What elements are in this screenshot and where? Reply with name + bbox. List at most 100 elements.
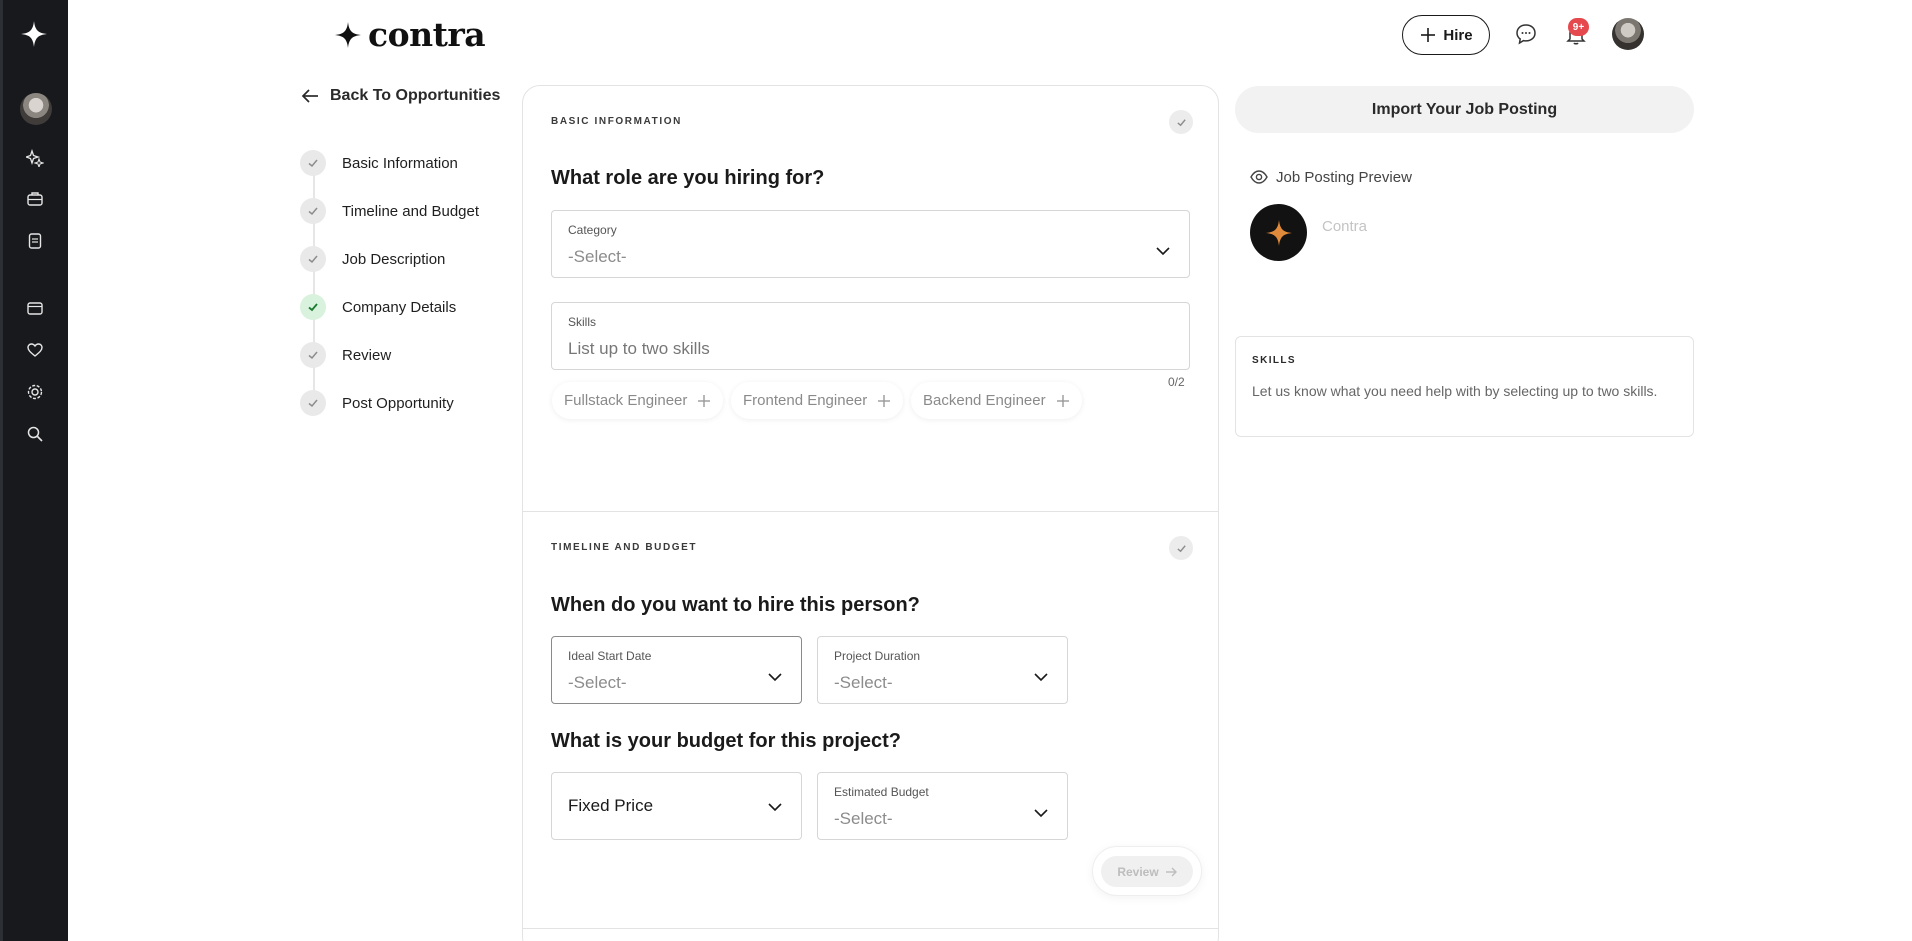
chevron-down-icon (768, 803, 782, 812)
timeline-budget-heading: TIMELINE AND BUDGET (551, 542, 698, 553)
company-logo (1250, 204, 1307, 261)
category-value: -Select- (568, 247, 627, 266)
section-check (1169, 536, 1193, 560)
step-post-opportunity[interactable]: Post Opportunity (300, 390, 454, 416)
contra-star-icon (335, 22, 361, 48)
step-review[interactable]: Review (300, 342, 391, 368)
skills-placeholder: List up to two skills (568, 339, 710, 358)
review-button[interactable]: Review (1101, 856, 1193, 887)
check-icon (308, 207, 318, 216)
duration-value: -Select- (834, 673, 893, 692)
plus-icon (1421, 28, 1436, 42)
contra-star-icon (1265, 219, 1292, 246)
step-status-dot (300, 390, 326, 416)
check-icon (1176, 544, 1186, 552)
notification-badge: 9+ (1568, 18, 1589, 36)
chevron-down-icon (1034, 673, 1048, 682)
step-status-dot-done (300, 294, 326, 320)
category-label: Category (568, 223, 617, 237)
step-timeline-and-budget[interactable]: Timeline and Budget (300, 198, 479, 224)
skills-help-panel: SKILLS Let us know what you need help wi… (1235, 336, 1694, 437)
back-to-opportunities-link[interactable]: Back To Opportunities (300, 86, 500, 106)
section-check (1169, 110, 1193, 134)
estimated-budget-value: -Select- (834, 809, 893, 828)
chevron-down-icon (1034, 809, 1048, 818)
basic-information-heading: BASIC INFORMATION (551, 116, 682, 127)
app-sidebar (0, 0, 68, 941)
estimated-budget-select[interactable]: Estimated Budget -Select- (817, 772, 1068, 840)
hire-timing-question: When do you want to hire this person? (551, 594, 920, 616)
start-date-label: Ideal Start Date (568, 649, 652, 663)
brand-wordmark: contra (368, 15, 486, 54)
job-posting-preview-label: Job Posting Preview (1250, 168, 1412, 186)
skill-suggestion-chip[interactable]: Frontend Engineer (731, 382, 904, 419)
check-icon (308, 255, 318, 264)
hire-button[interactable]: Hire (1402, 15, 1490, 55)
step-company-details[interactable]: Company Details (300, 294, 456, 320)
chevron-down-icon (1156, 247, 1170, 256)
plus-icon (1056, 394, 1069, 407)
arrow-left-icon (301, 89, 318, 103)
project-duration-select[interactable]: Project Duration -Select- (817, 636, 1068, 704)
plus-icon (878, 394, 891, 407)
contra-logo-icon[interactable] (20, 20, 48, 48)
hire-label: Hire (1443, 26, 1473, 44)
skill-suggestion-label: Frontend Engineer (743, 392, 868, 409)
start-date-value: -Select- (568, 673, 627, 692)
company-name: Contra (1322, 218, 1368, 235)
step-label: Post Opportunity (342, 394, 454, 412)
skills-help-text: Let us know what you need help with by s… (1252, 383, 1658, 399)
document-icon[interactable] (26, 232, 44, 250)
check-icon (308, 303, 318, 312)
skill-suggestion-chip[interactable]: Backend Engineer (911, 382, 1082, 419)
step-job-description[interactable]: Job Description (300, 246, 445, 272)
step-label: Company Details (342, 298, 457, 316)
skills-counter: 0/2 (1168, 375, 1185, 389)
skills-label: Skills (568, 315, 597, 329)
sidebar-edge (0, 0, 3, 941)
step-status-dot (300, 150, 326, 176)
arrow-right-icon (1165, 867, 1177, 876)
search-icon[interactable] (26, 425, 44, 443)
user-avatar[interactable] (1612, 18, 1644, 50)
step-status-dot (300, 246, 326, 272)
import-job-posting-button[interactable]: Import Your Job Posting (1235, 86, 1694, 133)
check-icon (308, 399, 318, 408)
section-divider (523, 928, 1218, 929)
step-label: Job Description (342, 250, 446, 268)
wallet-icon[interactable] (26, 299, 44, 317)
pricing-type-select[interactable]: Fixed Price (551, 772, 802, 840)
chevron-down-icon (768, 673, 782, 682)
estimated-budget-label: Estimated Budget (834, 785, 929, 799)
skill-suggestion-label: Fullstack Engineer (564, 392, 688, 409)
section-divider (523, 511, 1218, 512)
settings-icon[interactable] (26, 383, 44, 401)
back-label: Back To Opportunities (330, 87, 501, 104)
check-icon (1176, 118, 1186, 126)
review-button-container: Review (1092, 846, 1202, 896)
skill-suggestion-chip[interactable]: Fullstack Engineer (552, 382, 724, 419)
messages-icon[interactable] (1514, 22, 1538, 46)
ideal-start-date-select[interactable]: Ideal Start Date -Select- (551, 636, 802, 704)
heart-icon[interactable] (26, 341, 44, 359)
budget-question: What is your budget for this project? (551, 730, 901, 752)
sparkle-icon[interactable] (26, 149, 44, 167)
preview-label-text: Job Posting Preview (1276, 168, 1412, 186)
review-label: Review (1117, 864, 1159, 879)
briefcase-icon[interactable] (26, 190, 44, 208)
step-label: Timeline and Budget (342, 202, 480, 220)
step-label: Basic Information (342, 154, 458, 172)
skill-suggestion-label: Backend Engineer (923, 392, 1046, 409)
category-select[interactable]: Category -Select- (551, 210, 1190, 278)
step-label: Review (342, 346, 392, 364)
step-status-dot (300, 198, 326, 224)
duration-label: Project Duration (834, 649, 921, 663)
step-basic-information[interactable]: Basic Information (300, 150, 458, 176)
pricing-type-value: Fixed Price (568, 796, 654, 815)
sidebar-avatar[interactable] (20, 93, 52, 125)
step-status-dot (300, 342, 326, 368)
role-question: What role are you hiring for? (551, 167, 825, 189)
brand-logo[interactable]: contra (334, 15, 486, 54)
skills-input[interactable]: Skills List up to two skills (551, 302, 1190, 370)
plus-icon (698, 394, 711, 407)
